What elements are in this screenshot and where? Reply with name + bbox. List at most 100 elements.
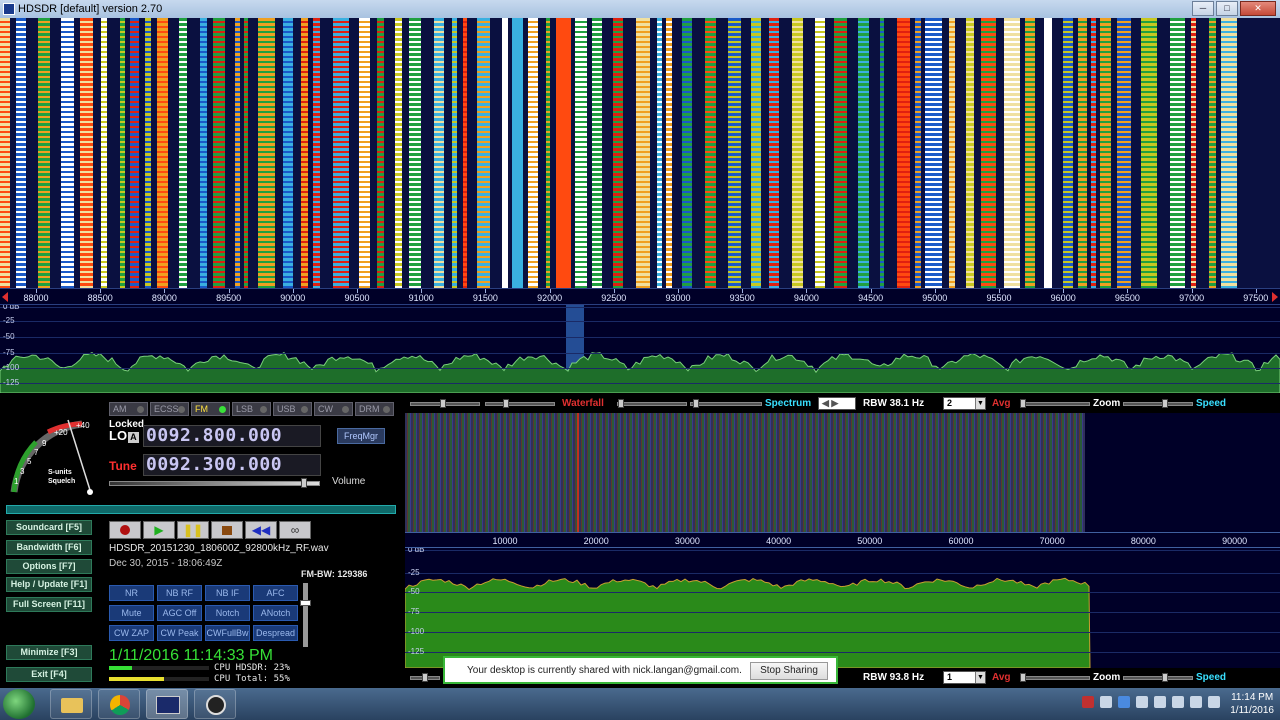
lo-a-badge[interactable]: A	[128, 432, 139, 443]
left-button-2[interactable]: Options [F7]	[6, 559, 92, 574]
dsp-button-cwfullbw[interactable]: CWFullBw	[205, 625, 250, 641]
slider-knob[interactable]	[1020, 399, 1026, 408]
mode-label: CW	[318, 404, 333, 414]
spectrum-step-arrows[interactable]: ◀ ▶	[818, 397, 856, 410]
waterfall-stripe	[1170, 18, 1185, 288]
slider[interactable]	[1123, 676, 1193, 680]
slider[interactable]	[617, 402, 687, 406]
left-button-6[interactable]: Exit [F4]	[6, 667, 92, 682]
obs-taskbar-icon[interactable]	[194, 689, 236, 719]
slider[interactable]	[1123, 402, 1193, 406]
slider-knob[interactable]	[440, 399, 446, 408]
audio-waterfall[interactable]	[405, 413, 1085, 532]
waterfall-stripe	[244, 18, 248, 288]
dsp-button-anotch[interactable]: ANotch	[253, 605, 298, 621]
taskbar-clock[interactable]: 11:14 PM 1/11/2016	[1230, 691, 1274, 717]
dsp-button-cw-zap[interactable]: CW ZAP	[109, 625, 154, 641]
dsp-button-nr[interactable]: NR	[109, 585, 154, 601]
tray-icon[interactable]	[1136, 696, 1148, 708]
lo-frequency-display[interactable]: 0092.800.000	[143, 425, 321, 447]
left-button-3[interactable]: Help / Update [F1]	[6, 577, 92, 592]
left-button-0[interactable]: Soundcard [F5]	[6, 520, 92, 535]
dsp-button-despread[interactable]: Despread	[253, 625, 298, 641]
waterfall-stripe	[834, 18, 847, 288]
rbw-label: RBW 93.8 Hz	[863, 672, 925, 683]
slider-knob[interactable]	[422, 673, 428, 682]
playback-progress-bar[interactable]	[6, 505, 396, 514]
hdsdr-taskbar-icon[interactable]	[146, 689, 188, 719]
record-icon	[120, 525, 130, 535]
left-button-4[interactable]: Full Screen [F11]	[6, 597, 92, 612]
dsp-button-nb-if[interactable]: NB IF	[205, 585, 250, 601]
explorer-icon[interactable]	[50, 689, 92, 719]
dsp-button-nb-rf[interactable]: NB RF	[157, 585, 202, 601]
rewind-button[interactable]: ◀◀	[245, 521, 277, 539]
left-button-5[interactable]: Minimize [F3]	[6, 645, 92, 660]
loop-button[interactable]: ∞	[279, 521, 311, 539]
dsp-button-afc[interactable]: AFC	[253, 585, 298, 601]
tune-frequency-display[interactable]: 0092.300.000	[143, 454, 321, 476]
scroll-left-arrow-icon[interactable]	[2, 292, 8, 302]
tray-icon[interactable]	[1118, 696, 1130, 708]
mode-button-lsb[interactable]: LSB	[232, 402, 271, 416]
dsp-button-mute[interactable]: Mute	[109, 605, 154, 621]
main-spectrum[interactable]: 0 dB -25 -50 -75 -100 -125	[0, 305, 1280, 393]
slider-knob[interactable]	[1162, 399, 1168, 408]
mode-button-am[interactable]: AM	[109, 402, 148, 416]
play-button[interactable]: ▶	[143, 521, 175, 539]
axis-tick-label: 90000	[280, 293, 306, 303]
minimize-button[interactable]: ─	[1192, 1, 1214, 16]
network-icon[interactable]	[1190, 696, 1202, 708]
volume-slider-knob[interactable]	[301, 478, 307, 488]
avg-select-value: 1	[947, 672, 953, 682]
slider-knob[interactable]	[1162, 673, 1168, 682]
volume-slider[interactable]	[109, 481, 320, 486]
dsp-slider-knob[interactable]	[300, 600, 311, 606]
avg-select[interactable]: 1 ▼	[943, 671, 986, 684]
mode-button-ecss[interactable]: ECSS	[150, 402, 189, 416]
slider[interactable]	[485, 402, 555, 406]
chevron-down-icon: ▼	[975, 398, 985, 409]
monitor-icon[interactable]	[1172, 696, 1184, 708]
slider[interactable]	[1020, 676, 1090, 680]
mode-button-fm[interactable]: FM	[191, 402, 230, 416]
tray-icon[interactable]	[1100, 696, 1112, 708]
left-button-1[interactable]: Bandwidth [F6]	[6, 540, 92, 555]
dsp-slider[interactable]	[303, 583, 308, 647]
waterfall-stripe	[751, 18, 761, 288]
slider-knob[interactable]	[503, 399, 509, 408]
freqmgr-button[interactable]: FreqMgr	[337, 428, 385, 444]
dsp-button-notch[interactable]: Notch	[205, 605, 250, 621]
stop-sharing-button[interactable]: Stop Sharing	[750, 662, 828, 680]
mode-button-cw[interactable]: CW	[314, 402, 353, 416]
maximize-button[interactable]: □	[1216, 1, 1238, 16]
slider-knob[interactable]	[1020, 673, 1026, 682]
flag-icon[interactable]	[1154, 696, 1166, 708]
tune-label: Tune	[109, 459, 137, 473]
cpu-total-bar	[109, 677, 164, 681]
chrome-icon[interactable]	[98, 689, 140, 719]
mode-button-usb[interactable]: USB	[273, 402, 312, 416]
mode-button-drm[interactable]: DRM	[355, 402, 394, 416]
pause-button[interactable]: ❚❚	[177, 521, 209, 539]
scroll-right-arrow-icon[interactable]	[1272, 292, 1278, 302]
record-button[interactable]	[109, 521, 141, 539]
tray-icon[interactable]	[1082, 696, 1094, 708]
slider-knob[interactable]	[693, 399, 699, 408]
audio-frequency-axis[interactable]: 10000 20000 30000 40000 50000 60000 70000 80000…	[405, 532, 1280, 548]
main-waterfall[interactable]	[0, 18, 1280, 288]
start-button[interactable]	[3, 689, 35, 719]
avg-select[interactable]: 2 ▼	[943, 397, 986, 410]
dsp-button-agc-off[interactable]: AGC Off	[157, 605, 202, 621]
share-message: Your desktop is currently shared with ni…	[467, 665, 742, 676]
obs-logo-icon	[206, 695, 226, 715]
audio-spectrum[interactable]: 0 dB -25 -50 -75 -100 -125	[405, 548, 1280, 668]
frequency-axis[interactable]: 88000 88500 89000 89500 90000 90500 91000 91500…	[0, 288, 1280, 305]
volume-icon[interactable]	[1208, 696, 1220, 708]
slider[interactable]	[690, 402, 762, 406]
stop-button[interactable]	[211, 521, 243, 539]
slider[interactable]	[1020, 402, 1090, 406]
slider-knob[interactable]	[618, 399, 624, 408]
dsp-button-cw-peak[interactable]: CW Peak	[157, 625, 202, 641]
close-button[interactable]: ✕	[1240, 1, 1276, 16]
